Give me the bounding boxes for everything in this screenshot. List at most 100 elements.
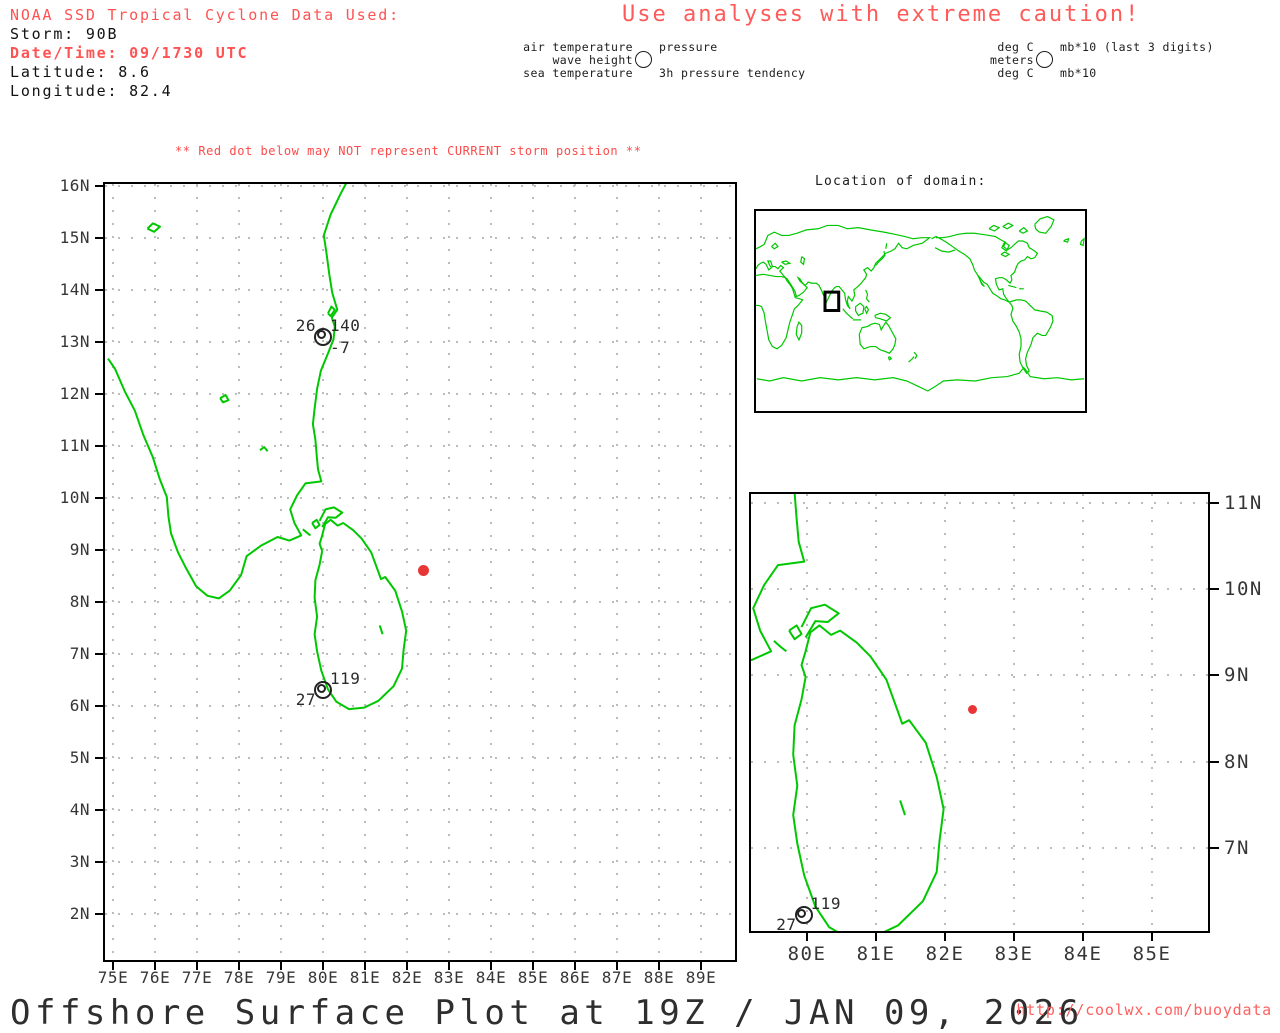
legend-air-temp-units: deg C <box>997 39 1034 54</box>
station-model-legend: air temperature wave height sea temperat… <box>520 39 806 80</box>
lon-tick <box>944 933 946 941</box>
world-coastline <box>796 322 801 340</box>
world-coastline <box>1008 285 1016 287</box>
world-coastline <box>757 368 1084 391</box>
coastline <box>378 625 384 635</box>
coastline <box>788 624 803 641</box>
world-coastline <box>1080 239 1084 246</box>
legend-sea-temp-label: sea temperature <box>523 65 633 80</box>
legend-station-circle-wrap <box>633 51 653 68</box>
world-coastline <box>1019 228 1027 234</box>
domain-inset-title: Location of domain: <box>815 174 987 189</box>
world-coastline <box>865 307 869 314</box>
station-pressure: 140 <box>330 315 361 335</box>
legend-tendency-label: 3h pressure tendency <box>659 65 806 80</box>
world-coastline-layer <box>756 211 1085 411</box>
world-coastline <box>1035 217 1054 234</box>
world-coastline <box>989 225 999 231</box>
lat-tick-label: 8N <box>1224 750 1250 773</box>
world-coastline <box>931 233 1037 302</box>
lat-tick <box>95 549 103 551</box>
legend-sea-temp-units: deg C <box>997 65 1034 80</box>
world-coastline <box>886 243 887 249</box>
lat-tick-label: 13N <box>59 332 90 351</box>
coastline-layer <box>751 494 945 931</box>
world-coastline <box>875 313 891 321</box>
lat-tick-label: 7N <box>69 644 90 663</box>
lat-tick <box>95 341 103 343</box>
coastline <box>107 184 347 600</box>
lat-tick <box>95 705 103 707</box>
coastline <box>899 800 906 816</box>
lat-tick-label: 10N <box>59 488 90 507</box>
legend-air-temp-label: air temperature <box>523 39 633 54</box>
world-coastline <box>843 309 853 319</box>
lat-tick-label: 14N <box>59 280 90 299</box>
lat-tick <box>1210 502 1219 504</box>
world-coastline <box>782 261 790 264</box>
station-circle-icon <box>634 51 652 68</box>
lon-tick-label: 89E <box>685 968 717 987</box>
lat-tick-label: 9N <box>69 540 90 559</box>
lat-tick <box>95 653 103 655</box>
storm-info-block: NOAA SSD Tropical Cyclone Data Used: Sto… <box>10 6 400 101</box>
world-coastline <box>935 248 955 252</box>
world-coastline <box>856 303 864 315</box>
lon-tick <box>1151 933 1153 941</box>
coastline <box>773 640 787 653</box>
lat-tick <box>95 393 103 395</box>
world-coastline <box>889 357 892 360</box>
world-coastline <box>1003 223 1013 229</box>
station-pressure: 119 <box>330 669 361 689</box>
storm-info-datetime: Date/Time: 09/1730 UTC <box>10 44 249 62</box>
red-dot-note: ** Red dot below may NOT represent CURRE… <box>175 144 642 158</box>
world-coastline <box>772 243 778 249</box>
coastline <box>751 494 806 661</box>
coastline <box>792 624 945 931</box>
station-inner-circle-icon <box>316 330 326 340</box>
lat-tick <box>95 289 103 291</box>
coastline <box>800 603 840 639</box>
storm-info-latitude: Latitude: 8.6 <box>10 63 151 81</box>
world-coastline <box>1001 252 1009 256</box>
lat-tick <box>95 497 103 499</box>
world-coastline <box>866 290 870 302</box>
plot-title: Offshore Surface Plot at 19Z / JAN 09, 2… <box>10 993 1084 1033</box>
lat-tick <box>95 185 103 187</box>
storm-info-storm: Storm: 90B <box>10 25 119 43</box>
lat-tick-label: 10N <box>1224 578 1263 601</box>
lat-tick-label: 4N <box>69 800 90 819</box>
lat-tick <box>1210 588 1219 591</box>
offshore-surface-plot-page: NOAA SSD Tropical Cyclone Data Used: Sto… <box>0 0 1280 1033</box>
legend-pressure-units: mb*10 (last 3 digits) <box>1060 39 1214 54</box>
main-map: 26 140 -7 119 27 <box>103 182 737 962</box>
units-legend: deg C meters deg C mb*10 (last 3 digits)… <box>962 39 1214 80</box>
caution-banner: Use analyses with extreme caution! <box>622 2 1141 27</box>
lat-tick <box>95 601 103 603</box>
lat-tick-label: 11N <box>59 436 90 455</box>
station-inner-circle-icon <box>316 683 326 693</box>
legend-pressure-label: pressure <box>659 39 718 54</box>
lon-tick-label: 85E <box>1132 943 1172 965</box>
lon-tick <box>806 933 808 941</box>
world-coastline <box>859 322 896 353</box>
lat-tick-label: 15N <box>59 228 90 247</box>
coastline <box>302 528 312 537</box>
station-sea-temp: 27 <box>295 690 316 710</box>
lat-tick-label: 9N <box>1224 664 1250 687</box>
zoom-inset-map: 119 27 <box>749 492 1210 933</box>
lat-tick <box>95 237 103 239</box>
legend-units-circle-wrap <box>1034 51 1054 68</box>
legend-wave-height-units: meters <box>990 52 1034 67</box>
lon-tick-label: 82E <box>925 943 965 965</box>
lon-tick <box>875 933 877 941</box>
lat-tick <box>1210 760 1219 763</box>
world-domain-map <box>754 209 1087 413</box>
lat-tick-label: 12N <box>59 384 90 403</box>
world-coastline <box>1009 300 1053 373</box>
lon-tick-label: 81E <box>856 943 896 965</box>
station-circle-icon <box>1035 51 1053 68</box>
lat-tick-label: 5N <box>69 748 90 767</box>
lat-tick-label: 8N <box>69 592 90 611</box>
world-coastline <box>914 352 917 359</box>
